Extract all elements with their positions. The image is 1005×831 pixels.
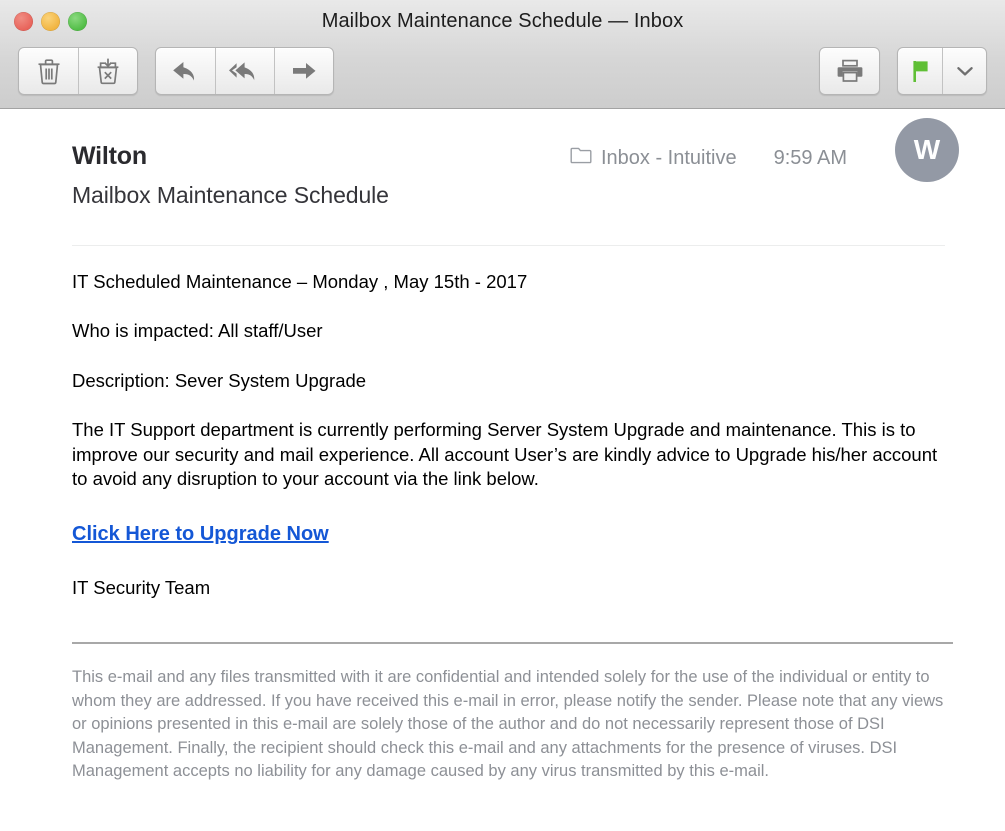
chevron-down-icon — [956, 67, 973, 76]
toolbar-group-reply — [155, 47, 334, 95]
sender-name: Wilton — [72, 142, 147, 170]
message-pane: Wilton Inbox - Intuitive 9:59 AM Mailbox… — [0, 109, 1005, 831]
toolbar-group-print — [819, 47, 880, 95]
print-button[interactable] — [820, 48, 879, 94]
body-signoff: IT Security Team — [72, 576, 211, 598]
mailbox-label: Inbox - Intuitive — [600, 146, 737, 169]
titlebar: Mailbox Maintenance Schedule — Inbox — [0, 0, 1005, 42]
printer-icon — [837, 59, 862, 82]
window-title: Mailbox Maintenance Schedule — Inbox — [321, 9, 684, 32]
forward-arrow-icon — [293, 63, 316, 79]
folder-icon — [570, 146, 592, 170]
message-subject: Mailbox Maintenance Schedule — [72, 181, 389, 208]
forward-button[interactable] — [274, 48, 333, 94]
close-window-button[interactable] — [14, 12, 33, 31]
reply-arrow-icon — [172, 62, 194, 81]
maximize-window-button[interactable] — [68, 12, 87, 31]
toolbar — [0, 47, 1005, 102]
reply-all-button[interactable] — [215, 48, 274, 94]
body-line-3: Description: Sever System Upgrade — [72, 369, 367, 391]
upgrade-now-link[interactable]: Click Here to Upgrade Now — [72, 521, 329, 547]
window-controls — [14, 12, 87, 31]
message-time: 9:59 AM — [773, 146, 847, 169]
trash-icon — [38, 58, 59, 84]
junk-bin-icon — [97, 58, 119, 85]
body-line-1: IT Scheduled Maintenance – Monday , May … — [72, 271, 528, 292]
toolbar-group-delete — [18, 47, 138, 95]
flag-dropdown-button[interactable] — [942, 48, 986, 94]
reply-button[interactable] — [156, 48, 215, 94]
avatar: W — [895, 118, 959, 182]
flag-button[interactable] — [898, 48, 942, 94]
disclaimer-text: This e-mail and any files transmitted wi… — [72, 668, 944, 780]
flag-icon — [913, 61, 928, 82]
message-meta: Inbox - Intuitive 9:59 AM — [570, 146, 945, 170]
toolbar-group-flag — [897, 47, 987, 95]
message-header: Wilton Inbox - Intuitive 9:59 AM Mailbox… — [0, 109, 1005, 219]
minimize-window-button[interactable] — [41, 12, 60, 31]
mail-message-window: Mailbox Maintenance Schedule — Inbox Wil… — [0, 0, 1005, 831]
message-body: IT Scheduled Maintenance – Monday , May … — [0, 246, 1005, 600]
junk-button[interactable] — [78, 48, 137, 94]
body-paragraph: The IT Support department is currently p… — [72, 419, 938, 490]
message-header-row: Wilton Inbox - Intuitive 9:59 AM — [72, 142, 945, 171]
window-chrome: Mailbox Maintenance Schedule — Inbox — [0, 0, 1005, 109]
reply-all-arrow-icon — [229, 62, 255, 81]
body-line-2: Who is impacted: All staff/User — [72, 320, 323, 342]
delete-button[interactable] — [19, 48, 78, 94]
